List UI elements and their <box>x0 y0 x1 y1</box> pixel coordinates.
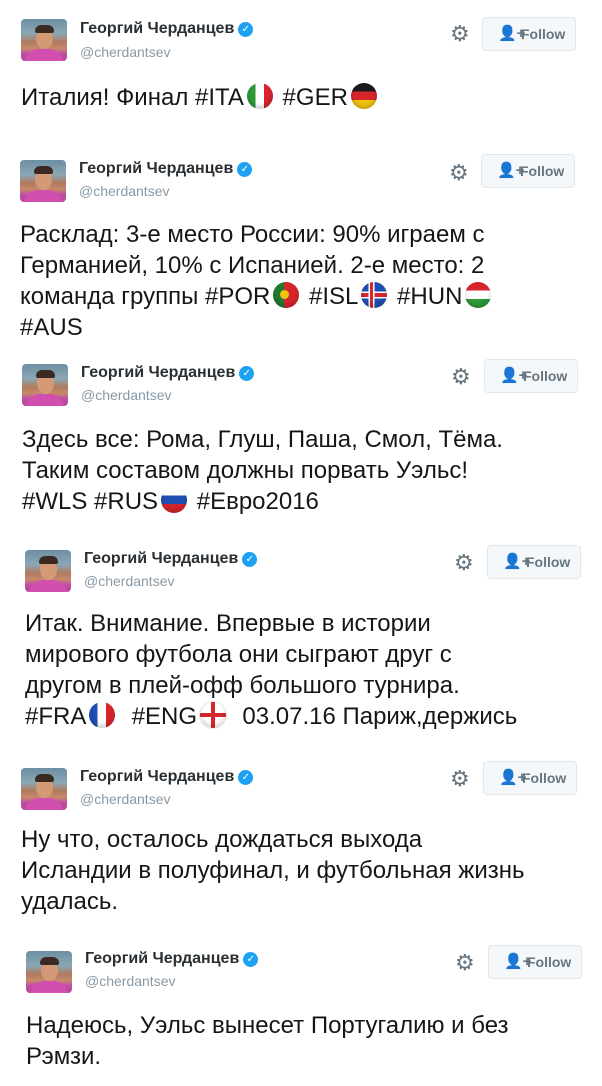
verified-badge-icon: ✓ <box>242 552 258 567</box>
tweet-card: Георгий Черданцев ✓ @cherdantsev ⚙ 👤+ Fol… <box>0 350 602 540</box>
gear-icon[interactable]: ⚙ <box>449 162 469 184</box>
tweet-text: Расклад: 3-е место России: 90% играем с … <box>20 219 494 343</box>
tweet-text: Итак. Внимание. Впервые в истории мирово… <box>25 610 518 730</box>
avatar[interactable] <box>21 768 67 810</box>
follow-button[interactable]: 👤+ Follow <box>484 359 578 393</box>
follow-button[interactable]: 👤+ Follow <box>483 761 577 795</box>
iceland-flag-icon <box>361 282 388 308</box>
user-handle[interactable]: @cherdantsev <box>80 44 170 60</box>
france-flag-icon <box>89 702 116 728</box>
russia-flag-icon <box>161 487 188 513</box>
verified-badge-icon: ✓ <box>238 770 254 785</box>
tweet-text: Надеюсь, Уэльс вынесет Португалию и без … <box>26 1012 509 1070</box>
tweet-text: Ну что, осталось дождаться выхода Исланд… <box>21 826 525 915</box>
user-name[interactable]: Георгий Черданцев ✓ <box>80 768 254 786</box>
verified-badge-icon: ✓ <box>239 366 255 381</box>
portugal-flag-icon <box>273 282 300 308</box>
tweet-text: Здесь все: Рома, Глуш, Паша, Смол, Тёма.… <box>22 426 503 515</box>
gear-icon[interactable]: ⚙ <box>451 366 471 388</box>
user-name[interactable]: Георгий Черданцев ✓ <box>80 20 254 38</box>
user-handle[interactable]: @cherdantsev <box>84 573 174 589</box>
verified-badge-icon: ✓ <box>237 162 253 177</box>
hungary-flag-icon <box>465 282 492 308</box>
gear-icon[interactable]: ⚙ <box>454 552 474 574</box>
follow-button[interactable]: 👤+ Follow <box>482 17 576 51</box>
italy-flag-icon <box>246 83 273 109</box>
avatar[interactable] <box>25 550 71 592</box>
avatar[interactable] <box>20 160 66 202</box>
england-flag-icon <box>200 702 227 728</box>
user-handle[interactable]: @cherdantsev <box>85 973 175 989</box>
gear-icon[interactable]: ⚙ <box>455 952 475 974</box>
follow-button[interactable]: 👤+ Follow <box>488 945 582 979</box>
user-name[interactable]: Георгий Черданцев ✓ <box>81 364 255 382</box>
user-handle[interactable]: @cherdantsev <box>81 387 171 403</box>
user-handle[interactable]: @cherdantsev <box>80 791 170 807</box>
follow-button[interactable]: 👤+ Follow <box>481 154 575 188</box>
tweet-text: Италия! Финал #ITA #GER <box>21 82 380 113</box>
tweet-card: Георгий Черданцев ✓ @cherdantsev ⚙ 👤+ Fol… <box>0 140 602 350</box>
tweet-card: Георгий Черданцев ✓ @cherdantsev ⚙ 👤+ Fol… <box>0 935 602 1086</box>
user-name[interactable]: Георгий Черданцев ✓ <box>84 550 258 568</box>
verified-badge-icon: ✓ <box>238 22 254 37</box>
avatar[interactable] <box>22 364 68 406</box>
avatar[interactable] <box>21 19 67 61</box>
germany-flag-icon <box>350 83 377 109</box>
tweet-card: Георгий Черданцев ✓ @cherdantsev ⚙ 👤+ Fol… <box>0 0 602 140</box>
user-name[interactable]: Георгий Черданцев ✓ <box>79 160 253 178</box>
gear-icon[interactable]: ⚙ <box>450 768 470 790</box>
user-handle[interactable]: @cherdantsev <box>79 183 169 199</box>
gear-icon[interactable]: ⚙ <box>450 23 470 45</box>
tweet-card: Георгий Черданцев ✓ @cherdantsev ⚙ 👤+ Fol… <box>0 540 602 750</box>
tweet-card: Георгий Черданцев ✓ @cherdantsev ⚙ 👤+ Fol… <box>0 750 602 935</box>
verified-badge-icon: ✓ <box>243 952 259 967</box>
user-name[interactable]: Георгий Черданцев ✓ <box>85 950 259 968</box>
avatar[interactable] <box>26 951 72 993</box>
follow-button[interactable]: 👤+ Follow <box>487 545 581 579</box>
